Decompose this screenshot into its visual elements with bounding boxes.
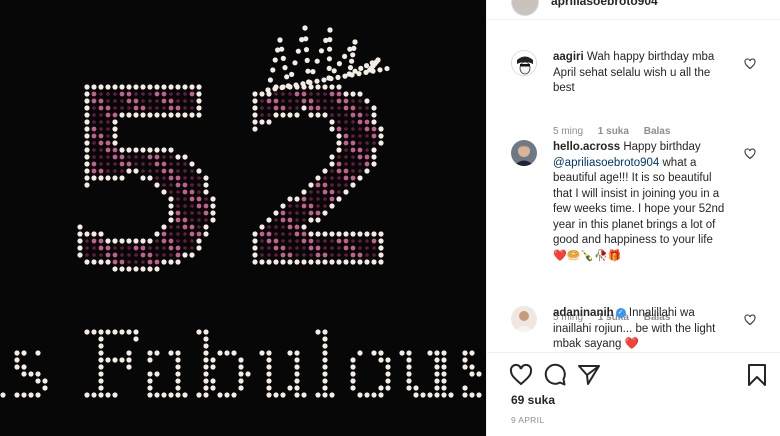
comment-text: adaninanih ✓ Innalillahi wa inaillahi roj… [553,306,731,352]
comment-likes[interactable]: 1 suka [598,126,629,137]
comment-content-cont: what a beautiful age!!! It is so beautif… [553,156,725,247]
author-avatar[interactable] [511,0,539,16]
heart-icon[interactable] [509,363,533,387]
comment-text: aagiri Wah happy birthday mba April seha… [553,50,731,97]
comment-meta: 5 ming 1 suka Balas [553,126,682,137]
mention-link[interactable]: @apriliasoebroto904 [553,157,659,169]
comment-username[interactable]: hello.across [553,141,620,153]
post-date[interactable]: 9 APRIL [511,415,544,425]
post-image[interactable] [0,0,486,436]
like-count[interactable]: 69 suka [511,393,555,407]
comment-list[interactable]: aagiri Wah happy birthday mba April seha… [487,34,780,352]
author-username[interactable]: apriliasoebroto904 [551,0,658,8]
verified-badge-icon: ✓ [615,307,626,318]
commenter-avatar[interactable] [511,50,537,76]
post-header: apriliasoebroto904 [487,0,780,20]
comment-content: Happy birthday [623,141,701,153]
commenter-avatar[interactable] [511,140,537,166]
like-comment-heart-icon[interactable] [744,314,756,326]
comments-panel: apriliasoebroto904 aagiri Wah happy birt… [486,0,780,436]
comment-username[interactable]: adaninanih [553,307,614,319]
comment-icon[interactable] [543,363,567,387]
reply-button[interactable]: Balas [644,126,671,137]
like-comment-heart-icon[interactable] [744,148,756,160]
bookmark-icon[interactable] [745,363,769,387]
comment-text: hello.across Happy birthday @apriliasoeb… [553,140,731,264]
comment-time[interactable]: 5 ming [553,126,583,137]
post-actions: 69 suka 9 APRIL [487,352,780,436]
like-comment-heart-icon[interactable] [744,58,756,70]
comment-emoji: ❤️ [624,338,639,350]
commenter-avatar[interactable] [511,306,537,332]
share-icon[interactable] [577,363,601,387]
rhinestone-artwork [0,25,482,398]
comment-username[interactable]: aagiri [553,51,584,63]
comment-emojis: ❤️🥯🍾🥀🎁 [553,249,622,262]
